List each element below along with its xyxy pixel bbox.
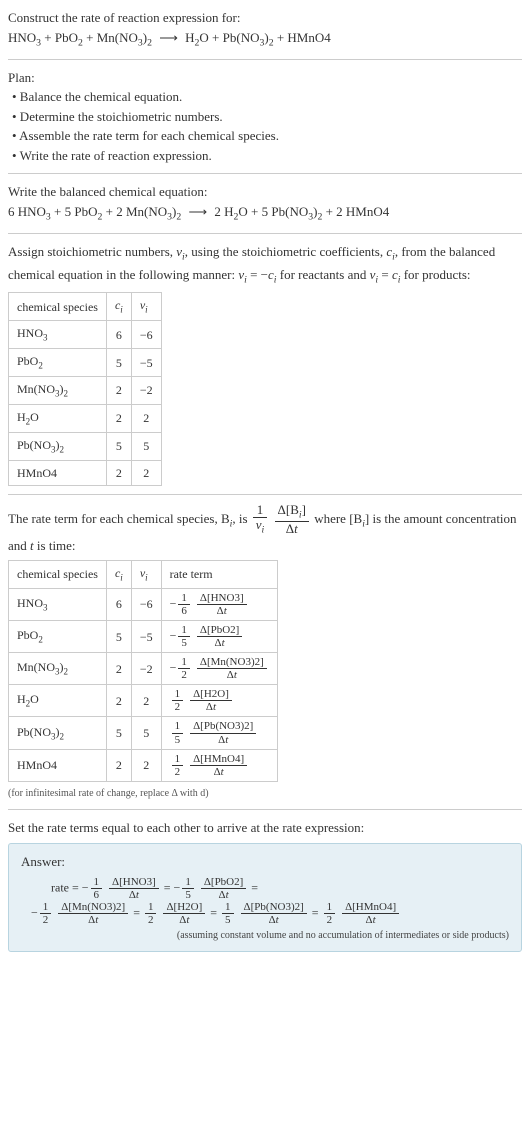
divider <box>8 233 522 234</box>
balanced-heading: Write the balanced chemical equation: <box>8 182 522 202</box>
setequal-text: Set the rate terms equal to each other t… <box>8 818 522 838</box>
species-hno3: HNO3 <box>8 30 41 45</box>
table-row: PbO25−5 <box>9 349 162 377</box>
table-header-row: chemical species ci νi rate term <box>9 560 278 588</box>
rateterm-table: chemical species ci νi rate term HNO36−6… <box>8 560 278 782</box>
col-ci: ci <box>106 560 131 588</box>
fraction: Δ[Bi]Δt <box>275 503 309 537</box>
infinitesimal-note: (for infinitesimal rate of change, repla… <box>8 786 522 801</box>
species-mnno32: Mn(NO3)2 <box>97 30 152 45</box>
table-row: HMnO422 <box>9 460 162 485</box>
divider <box>8 173 522 174</box>
plan-item: • Balance the chemical equation. <box>8 87 522 107</box>
answer-label: Answer: <box>21 852 509 872</box>
rateterm-text: The rate term for each chemical species,… <box>8 503 522 556</box>
table-row: Mn(NO3)22−2 <box>9 377 162 405</box>
table-row: Mn(NO3)22−2−12 Δ[Mn(NO3)2]Δt <box>9 653 278 685</box>
col-nui: νi <box>131 293 161 321</box>
table-row: HNO36−6−16 Δ[HNO3]Δt <box>9 588 278 620</box>
plan-item: • Write the rate of reaction expression. <box>8 146 522 166</box>
fraction: 1νi <box>253 503 268 537</box>
assign-block: Assign stoichiometric numbers, νi, using… <box>8 242 522 486</box>
col-species: chemical species <box>9 293 107 321</box>
species-pbno32: Pb(NO3)2 <box>223 30 274 45</box>
table-row: Pb(NO3)255 <box>9 432 162 460</box>
species-h2o: H2O <box>185 30 209 45</box>
plan-item: • Assemble the rate term for each chemic… <box>8 126 522 146</box>
table-row: Pb(NO3)25515 Δ[Pb(NO3)2]Δt <box>9 717 278 749</box>
table-row: H2O22 <box>9 404 162 432</box>
rate-expression-cont: −12 Δ[Mn(NO3)2]Δt = 12 Δ[H2O]Δt = 15 Δ[P… <box>21 901 509 926</box>
table-header-row: chemical species ci νi <box>9 293 162 321</box>
reaction-arrow-icon: ⟶ <box>185 204 212 219</box>
species-pbo2: PbO2 <box>55 30 83 45</box>
plan-heading: Plan: <box>8 68 522 88</box>
construct-label: Construct the rate of reaction expressio… <box>8 8 522 28</box>
answer-note: (assuming constant volume and no accumul… <box>21 928 509 943</box>
col-ci: ci <box>106 293 131 321</box>
divider <box>8 59 522 60</box>
table-row: HNO36−6 <box>9 321 162 349</box>
divider <box>8 494 522 495</box>
table-row: H2O2212 Δ[H2O]Δt <box>9 685 278 717</box>
setequal-block: Set the rate terms equal to each other t… <box>8 818 522 952</box>
rateterm-block: The rate term for each chemical species,… <box>8 503 522 801</box>
col-species: chemical species <box>9 560 107 588</box>
species-hmno4: HMnO4 <box>287 30 330 45</box>
reaction-arrow-icon: ⟶ <box>155 30 182 45</box>
assign-text: Assign stoichiometric numbers, νi, using… <box>8 242 522 288</box>
answer-box: Answer: rate = −16 Δ[HNO3]Δt = −15 Δ[PbO… <box>8 843 522 952</box>
unbalanced-equation: HNO3 + PbO2 + Mn(NO3)2 ⟶ H2O + Pb(NO3)2 … <box>8 28 522 51</box>
stoich-table: chemical species ci νi HNO36−6 PbO25−5 M… <box>8 292 162 485</box>
intro-block: Construct the rate of reaction expressio… <box>8 8 522 51</box>
col-rateterm: rate term <box>161 560 277 588</box>
divider <box>8 809 522 810</box>
balanced-block: Write the balanced chemical equation: 6 … <box>8 182 522 225</box>
plan-item: • Determine the stoichiometric numbers. <box>8 107 522 127</box>
plan-block: Plan: • Balance the chemical equation. •… <box>8 68 522 166</box>
table-row: HMnO42212 Δ[HMnO4]Δt <box>9 749 278 781</box>
rate-expression: rate = −16 Δ[HNO3]Δt = −15 Δ[PbO2]Δt = <box>21 876 509 901</box>
col-nui: νi <box>131 560 161 588</box>
balanced-equation: 6 HNO3 + 5 PbO2 + 2 Mn(NO3)2 ⟶ 2 H2O + 5… <box>8 202 522 225</box>
table-row: PbO25−5−15 Δ[PbO2]Δt <box>9 620 278 652</box>
